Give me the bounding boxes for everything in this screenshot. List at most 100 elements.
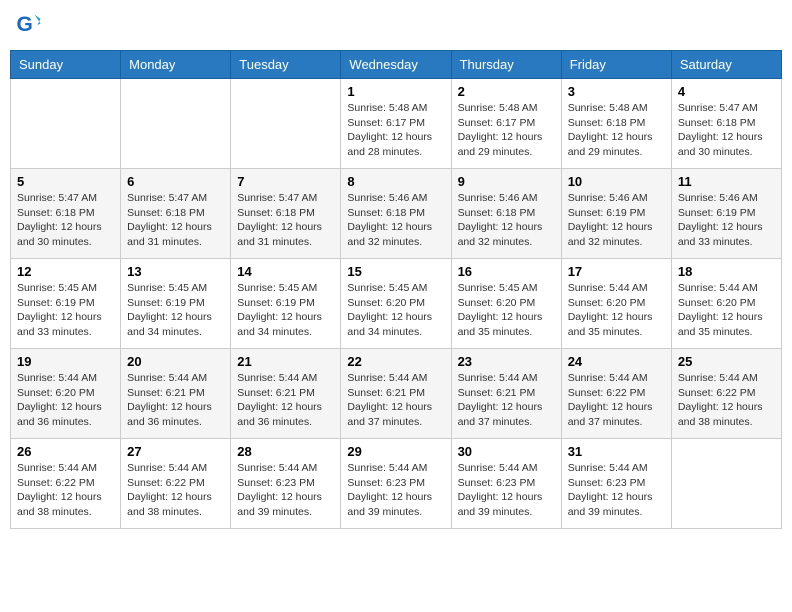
day-info: Sunrise: 5:47 AM Sunset: 6:18 PM Dayligh… <box>127 191 224 250</box>
calendar-cell: 29 Sunrise: 5:44 AM Sunset: 6:23 PM Dayli… <box>341 439 451 529</box>
calendar-cell: 24 Sunrise: 5:44 AM Sunset: 6:22 PM Dayli… <box>561 349 671 439</box>
day-number: 10 <box>568 174 665 189</box>
calendar-cell: 27 Sunrise: 5:44 AM Sunset: 6:22 PM Dayli… <box>121 439 231 529</box>
day-number: 14 <box>237 264 334 279</box>
calendar-cell <box>11 79 121 169</box>
day-info: Sunrise: 5:46 AM Sunset: 6:19 PM Dayligh… <box>568 191 665 250</box>
calendar-cell: 31 Sunrise: 5:44 AM Sunset: 6:23 PM Dayli… <box>561 439 671 529</box>
day-info: Sunrise: 5:44 AM Sunset: 6:20 PM Dayligh… <box>17 371 114 430</box>
calendar-cell: 28 Sunrise: 5:44 AM Sunset: 6:23 PM Dayli… <box>231 439 341 529</box>
day-info: Sunrise: 5:48 AM Sunset: 6:17 PM Dayligh… <box>458 101 555 160</box>
day-info: Sunrise: 5:44 AM Sunset: 6:21 PM Dayligh… <box>458 371 555 430</box>
day-number: 29 <box>347 444 444 459</box>
calendar-cell: 8Sunrise: 5:46 AM Sunset: 6:18 PM Daylig… <box>341 169 451 259</box>
day-number: 23 <box>458 354 555 369</box>
day-info: Sunrise: 5:45 AM Sunset: 6:20 PM Dayligh… <box>458 281 555 340</box>
day-info: Sunrise: 5:46 AM Sunset: 6:18 PM Dayligh… <box>458 191 555 250</box>
weekday-header-tuesday: Tuesday <box>231 51 341 79</box>
calendar-cell: 13Sunrise: 5:45 AM Sunset: 6:19 PM Dayli… <box>121 259 231 349</box>
day-info: Sunrise: 5:44 AM Sunset: 6:21 PM Dayligh… <box>127 371 224 430</box>
week-row-4: 26 Sunrise: 5:44 AM Sunset: 6:22 PM Dayli… <box>11 439 782 529</box>
calendar-cell: 17 Sunrise: 5:44 AM Sunset: 6:20 PM Dayli… <box>561 259 671 349</box>
week-row-2: 12Sunrise: 5:45 AM Sunset: 6:19 PM Dayli… <box>11 259 782 349</box>
day-info: Sunrise: 5:47 AM Sunset: 6:18 PM Dayligh… <box>678 101 775 160</box>
calendar-cell <box>121 79 231 169</box>
weekday-header-friday: Friday <box>561 51 671 79</box>
day-info: Sunrise: 5:46 AM Sunset: 6:19 PM Dayligh… <box>678 191 775 250</box>
calendar-cell: 21Sunrise: 5:44 AM Sunset: 6:21 PM Dayli… <box>231 349 341 439</box>
weekday-header-row: SundayMondayTuesdayWednesdayThursdayFrid… <box>11 51 782 79</box>
calendar-cell: 18Sunrise: 5:44 AM Sunset: 6:20 PM Dayli… <box>671 259 781 349</box>
day-number: 7 <box>237 174 334 189</box>
day-number: 27 <box>127 444 224 459</box>
day-info: Sunrise: 5:44 AM Sunset: 6:23 PM Dayligh… <box>568 461 665 520</box>
logo-icon: G <box>15 10 45 40</box>
calendar-cell: 9 Sunrise: 5:46 AM Sunset: 6:18 PM Daylig… <box>451 169 561 259</box>
calendar-cell: 2 Sunrise: 5:48 AM Sunset: 6:17 PM Daylig… <box>451 79 561 169</box>
logo: G <box>15 10 47 40</box>
calendar-cell: 30Sunrise: 5:44 AM Sunset: 6:23 PM Dayli… <box>451 439 561 529</box>
weekday-header-saturday: Saturday <box>671 51 781 79</box>
day-number: 3 <box>568 84 665 99</box>
day-info: Sunrise: 5:44 AM Sunset: 6:20 PM Dayligh… <box>568 281 665 340</box>
day-info: Sunrise: 5:44 AM Sunset: 6:22 PM Dayligh… <box>678 371 775 430</box>
day-number: 28 <box>237 444 334 459</box>
day-info: Sunrise: 5:44 AM Sunset: 6:23 PM Dayligh… <box>237 461 334 520</box>
calendar-cell: 1Sunrise: 5:48 AM Sunset: 6:17 PM Daylig… <box>341 79 451 169</box>
calendar-cell: 3 Sunrise: 5:48 AM Sunset: 6:18 PM Daylig… <box>561 79 671 169</box>
day-info: Sunrise: 5:46 AM Sunset: 6:18 PM Dayligh… <box>347 191 444 250</box>
day-number: 31 <box>568 444 665 459</box>
day-info: Sunrise: 5:48 AM Sunset: 6:17 PM Dayligh… <box>347 101 444 160</box>
day-number: 5 <box>17 174 114 189</box>
day-info: Sunrise: 5:44 AM Sunset: 6:23 PM Dayligh… <box>347 461 444 520</box>
calendar-cell: 15 Sunrise: 5:45 AM Sunset: 6:20 PM Dayli… <box>341 259 451 349</box>
day-info: Sunrise: 5:47 AM Sunset: 6:18 PM Dayligh… <box>17 191 114 250</box>
weekday-header-sunday: Sunday <box>11 51 121 79</box>
calendar-cell: 12Sunrise: 5:45 AM Sunset: 6:19 PM Dayli… <box>11 259 121 349</box>
day-number: 20 <box>127 354 224 369</box>
day-number: 19 <box>17 354 114 369</box>
calendar-cell: 14 Sunrise: 5:45 AM Sunset: 6:19 PM Dayli… <box>231 259 341 349</box>
calendar-cell: 16Sunrise: 5:45 AM Sunset: 6:20 PM Dayli… <box>451 259 561 349</box>
day-number: 2 <box>458 84 555 99</box>
day-info: Sunrise: 5:44 AM Sunset: 6:22 PM Dayligh… <box>127 461 224 520</box>
day-number: 13 <box>127 264 224 279</box>
day-number: 6 <box>127 174 224 189</box>
day-info: Sunrise: 5:44 AM Sunset: 6:22 PM Dayligh… <box>17 461 114 520</box>
calendar-cell: 26 Sunrise: 5:44 AM Sunset: 6:22 PM Dayli… <box>11 439 121 529</box>
week-row-0: 1Sunrise: 5:48 AM Sunset: 6:17 PM Daylig… <box>11 79 782 169</box>
day-number: 26 <box>17 444 114 459</box>
day-info: Sunrise: 5:45 AM Sunset: 6:20 PM Dayligh… <box>347 281 444 340</box>
calendar-cell <box>231 79 341 169</box>
week-row-3: 19 Sunrise: 5:44 AM Sunset: 6:20 PM Dayli… <box>11 349 782 439</box>
calendar-cell: 7 Sunrise: 5:47 AM Sunset: 6:18 PM Daylig… <box>231 169 341 259</box>
day-info: Sunrise: 5:47 AM Sunset: 6:18 PM Dayligh… <box>237 191 334 250</box>
day-number: 17 <box>568 264 665 279</box>
weekday-header-monday: Monday <box>121 51 231 79</box>
day-info: Sunrise: 5:45 AM Sunset: 6:19 PM Dayligh… <box>17 281 114 340</box>
day-info: Sunrise: 5:45 AM Sunset: 6:19 PM Dayligh… <box>237 281 334 340</box>
calendar-cell: 4Sunrise: 5:47 AM Sunset: 6:18 PM Daylig… <box>671 79 781 169</box>
day-info: Sunrise: 5:44 AM Sunset: 6:22 PM Dayligh… <box>568 371 665 430</box>
calendar-cell <box>671 439 781 529</box>
day-number: 24 <box>568 354 665 369</box>
weekday-header-wednesday: Wednesday <box>341 51 451 79</box>
page-header: G <box>10 10 782 40</box>
calendar-cell: 22Sunrise: 5:44 AM Sunset: 6:21 PM Dayli… <box>341 349 451 439</box>
day-number: 25 <box>678 354 775 369</box>
day-number: 21 <box>237 354 334 369</box>
day-number: 15 <box>347 264 444 279</box>
calendar-cell: 11 Sunrise: 5:46 AM Sunset: 6:19 PM Dayli… <box>671 169 781 259</box>
calendar-cell: 5 Sunrise: 5:47 AM Sunset: 6:18 PM Daylig… <box>11 169 121 259</box>
day-info: Sunrise: 5:48 AM Sunset: 6:18 PM Dayligh… <box>568 101 665 160</box>
calendar-cell: 6 Sunrise: 5:47 AM Sunset: 6:18 PM Daylig… <box>121 169 231 259</box>
day-number: 22 <box>347 354 444 369</box>
calendar-cell: 25 Sunrise: 5:44 AM Sunset: 6:22 PM Dayli… <box>671 349 781 439</box>
week-row-1: 5 Sunrise: 5:47 AM Sunset: 6:18 PM Daylig… <box>11 169 782 259</box>
day-number: 9 <box>458 174 555 189</box>
calendar-cell: 23 Sunrise: 5:44 AM Sunset: 6:21 PM Dayli… <box>451 349 561 439</box>
day-number: 11 <box>678 174 775 189</box>
calendar-table: SundayMondayTuesdayWednesdayThursdayFrid… <box>10 50 782 529</box>
calendar-cell: 19 Sunrise: 5:44 AM Sunset: 6:20 PM Dayli… <box>11 349 121 439</box>
svg-text:G: G <box>17 13 33 36</box>
